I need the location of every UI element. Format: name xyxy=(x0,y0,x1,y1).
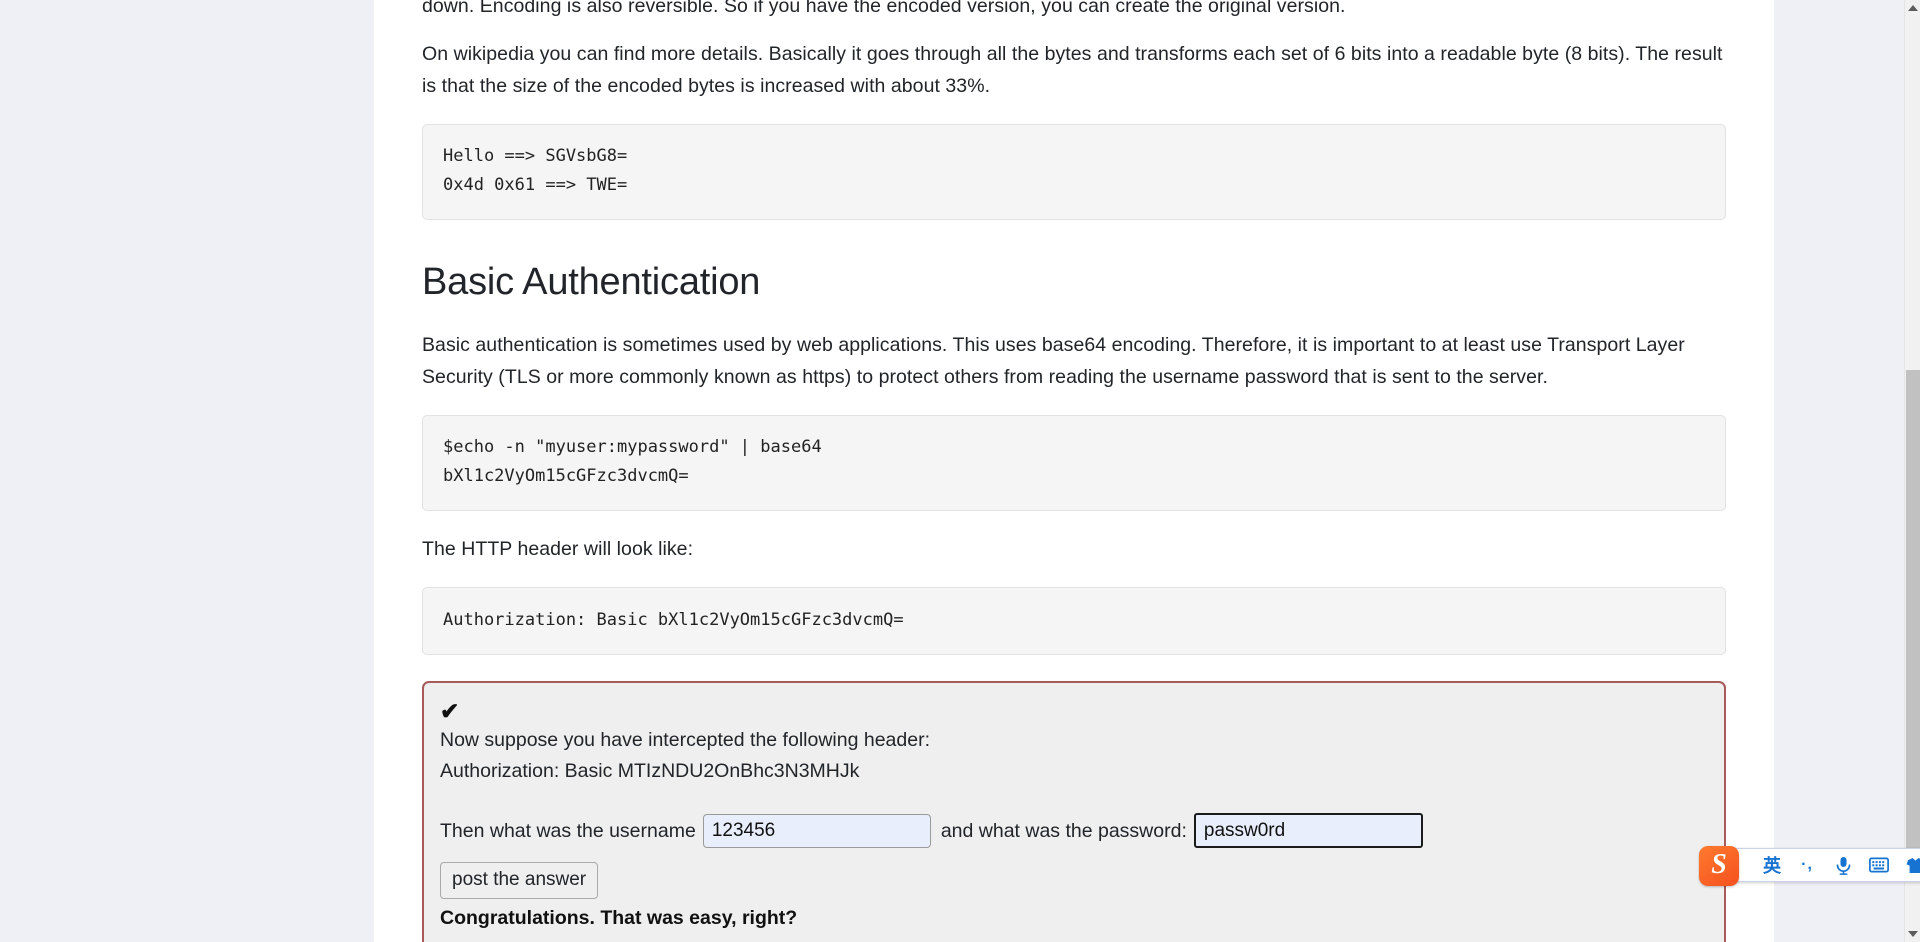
paragraph-encoding-reversible: down. Encoding is also reversible. So if… xyxy=(422,0,1346,17)
paragraph-wikipedia-details: On wikipedia you can find more details. … xyxy=(422,43,1723,97)
checkmark-icon: ✔ xyxy=(440,698,460,724)
scroll-up-button[interactable] xyxy=(1905,0,1920,16)
keyboard-icon xyxy=(1869,857,1889,873)
password-input[interactable] xyxy=(1193,813,1423,848)
ime-microphone-button[interactable] xyxy=(1825,850,1861,880)
submit-row: post the answer xyxy=(438,848,1706,899)
exercise-intercepted-header: Authorization: Basic MTIzNDU2OnBhc3N3MHJ… xyxy=(440,760,860,782)
browser-viewport: down. Encoding is also reversible. So if… xyxy=(0,0,1904,942)
sogou-logo-icon[interactable]: S xyxy=(1699,846,1739,886)
chevron-up-icon xyxy=(1908,5,1918,11)
ime-language-label: 英 xyxy=(1763,856,1781,877)
sogou-ime-toolbar[interactable]: S 英 ·, xyxy=(1699,846,1920,886)
ime-punctuation-toggle-button[interactable]: ·, xyxy=(1789,850,1825,880)
exercise-intro-text: Now suppose you have intercepted the fol… xyxy=(440,729,930,751)
scrollbar-thumb[interactable] xyxy=(1906,370,1920,882)
code-block-echo-base64: $echo -n "myuser:mypassword" | base64 bX… xyxy=(422,415,1726,511)
exercise-result-message: Congratulations. That was easy, right? xyxy=(440,907,798,929)
chevron-down-icon xyxy=(1908,931,1918,937)
paragraph-http-header-intro: The HTTP header will look like: xyxy=(422,538,694,560)
code-block-encoding-example: Hello ==> SGVsbG8= 0x4d 0x61 ==> TWE= xyxy=(422,124,1726,220)
vertical-scrollbar[interactable] xyxy=(1904,0,1920,942)
exercise-assignment-box: ✔ Now suppose you have intercepted the f… xyxy=(422,681,1726,942)
ime-language-mode-button[interactable]: 英 xyxy=(1755,850,1789,880)
code-block-authorization-header: Authorization: Basic bXl1c2VyOm15cGFzc3d… xyxy=(422,587,1726,655)
exercise-answer-form: Then what was the username and what was … xyxy=(440,813,1706,848)
username-input[interactable] xyxy=(702,813,931,848)
sogou-logo-letter: S xyxy=(1711,849,1727,880)
article-content-column: down. Encoding is also reversible. So if… xyxy=(374,0,1774,942)
microphone-icon xyxy=(1836,856,1850,875)
paragraph-basic-auth-description: Basic authentication is sometimes used b… xyxy=(422,334,1685,388)
ime-punctuation-label: ·, xyxy=(1801,856,1813,873)
scroll-down-button[interactable] xyxy=(1905,926,1920,942)
skin-shirt-icon xyxy=(1906,857,1920,873)
ime-keyboard-button[interactable] xyxy=(1861,850,1897,880)
post-the-answer-button[interactable]: post the answer xyxy=(440,862,599,899)
ime-skin-button[interactable] xyxy=(1897,850,1920,880)
password-field-label: and what was the password: xyxy=(940,819,1187,842)
username-field-label: Then what was the username xyxy=(440,819,696,842)
section-heading-basic-authentication: Basic Authentication xyxy=(422,261,761,303)
